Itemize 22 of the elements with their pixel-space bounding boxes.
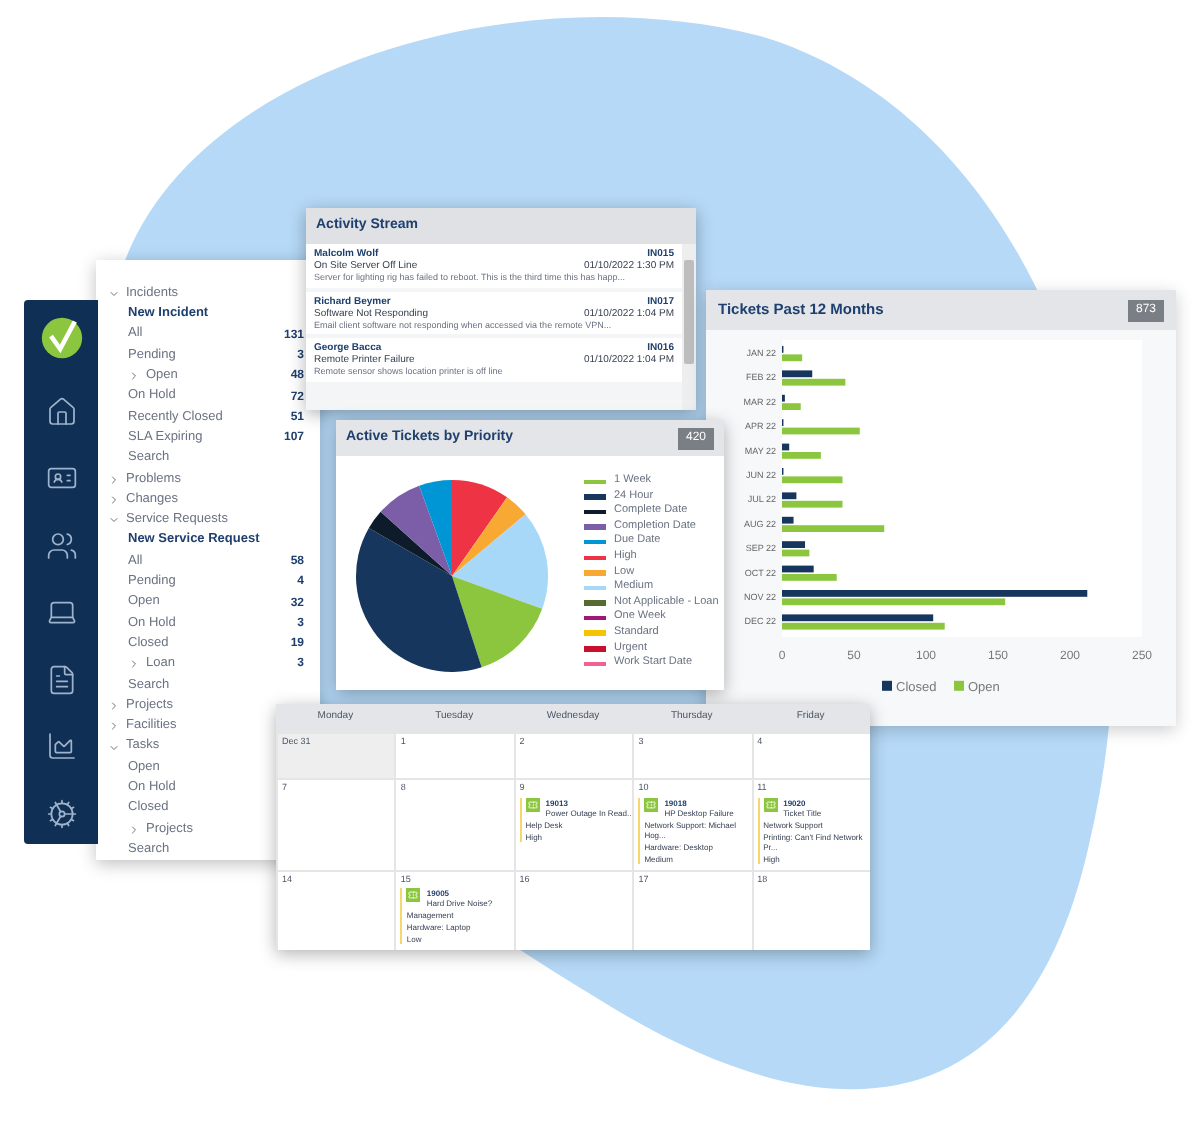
chevron-right-icon[interactable] — [108, 720, 120, 733]
chevron-right-icon[interactable] — [128, 823, 140, 836]
users-icon[interactable] — [45, 529, 77, 561]
chevron-right-icon[interactable] — [128, 370, 140, 383]
scrollbar[interactable] — [682, 244, 696, 410]
document-icon[interactable] — [45, 663, 77, 695]
chevron-right-icon[interactable] — [108, 700, 120, 713]
chevron-down-icon[interactable] — [108, 514, 120, 527]
area-chart-icon[interactable] — [45, 730, 77, 762]
ticket-icon — [406, 888, 421, 902]
chevron-right-icon[interactable] — [128, 658, 140, 671]
home-icon[interactable] — [45, 395, 77, 427]
chevron-down-icon[interactable] — [108, 741, 120, 754]
logo-icon — [39, 316, 83, 360]
chevron-right-icon[interactable] — [108, 494, 120, 507]
ticket-icon — [644, 797, 659, 811]
chevron-right-icon[interactable] — [108, 473, 120, 486]
contact-card-icon[interactable] — [45, 462, 77, 494]
ticket-icon — [763, 797, 778, 811]
ticket-icon — [525, 797, 540, 811]
laptop-icon[interactable] — [45, 596, 77, 628]
chevron-down-icon[interactable] — [108, 288, 120, 301]
